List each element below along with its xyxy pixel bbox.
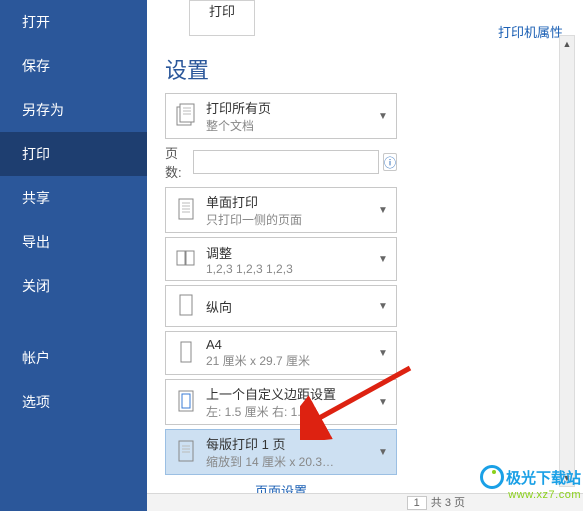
chevron-down-icon: ▼	[378, 348, 390, 359]
dropdown-pages-per-sheet[interactable]: 每版打印 1 页 缩放到 14 厘米 x 20.3… ▼	[165, 429, 397, 475]
paper-sub: 21 厘米 x 29.7 厘米	[206, 352, 378, 369]
scope-sub: 整个文档	[206, 117, 378, 134]
chevron-down-icon: ▼	[378, 397, 390, 408]
page-counter: 1 共 3 页	[407, 494, 465, 510]
pages-input[interactable]	[193, 150, 379, 174]
scroll-track[interactable]	[560, 52, 574, 470]
orient-title: 纵向	[206, 297, 378, 316]
settings-scrollbar[interactable]: ▲ ▼	[559, 35, 575, 487]
sidebar-item-open[interactable]: 打开	[0, 0, 147, 44]
perpage-sub: 缩放到 14 厘米 x 20.3…	[206, 453, 378, 470]
sidebar-item-account[interactable]: 帐户	[0, 336, 147, 380]
sidebar-item-print[interactable]: 打印	[0, 132, 147, 176]
collate-sub: 1,2,3 1,2,3 1,2,3	[206, 262, 378, 276]
scroll-up-button[interactable]: ▲	[560, 36, 574, 52]
chevron-down-icon: ▼	[378, 111, 390, 122]
print-settings-panel: 打印 打印机属性 设置 打印所有页 整个文档 ▼ 页数: ⓘ	[147, 0, 583, 511]
print-button-label: 打印	[209, 4, 235, 19]
sidebar-item-save[interactable]: 保存	[0, 44, 147, 88]
current-page: 1	[407, 496, 427, 510]
total-pages: 共 3 页	[431, 497, 465, 509]
margins-title: 上一个自定义边距设置	[206, 384, 378, 403]
chevron-down-icon: ▼	[378, 205, 390, 216]
dropdown-print-scope[interactable]: 打印所有页 整个文档 ▼	[165, 93, 397, 139]
info-icon[interactable]: ⓘ	[383, 153, 397, 171]
sidebar-item-close[interactable]: 关闭	[0, 264, 147, 308]
pages-label: 页数:	[165, 143, 193, 181]
printer-properties-link[interactable]: 打印机属性	[498, 22, 563, 41]
sided-title: 单面打印	[206, 192, 378, 211]
dropdown-collate[interactable]: 调整 1,2,3 1,2,3 1,2,3 ▼	[165, 237, 397, 281]
chevron-down-icon: ▼	[378, 254, 390, 265]
paper-icon	[172, 337, 200, 369]
sidebar-item-options[interactable]: 选项	[0, 380, 147, 424]
perpage-title: 每版打印 1 页	[206, 434, 378, 453]
one-page-icon	[172, 436, 200, 468]
portrait-icon	[172, 290, 200, 322]
chevron-down-icon: ▼	[378, 447, 390, 458]
collate-icon	[172, 243, 200, 275]
settings-heading: 设置	[165, 53, 397, 85]
print-button-thumb[interactable]: 打印	[189, 0, 255, 36]
margins-sub: 左: 1.5 厘米 右: 1.5…	[206, 403, 378, 420]
chevron-down-icon: ▼	[378, 301, 390, 312]
paper-title: A4	[206, 337, 378, 352]
pages-stack-icon	[172, 100, 200, 132]
backstage-sidebar: 打开 保存 另存为 打印 共享 导出 关闭 帐户 选项	[0, 0, 147, 511]
margins-icon	[172, 386, 200, 418]
sidebar-item-share[interactable]: 共享	[0, 176, 147, 220]
dropdown-sided[interactable]: 单面打印 只打印一侧的页面 ▼	[165, 187, 397, 233]
dropdown-paper-size[interactable]: A4 21 厘米 x 29.7 厘米 ▼	[165, 331, 397, 375]
sidebar-item-export[interactable]: 导出	[0, 220, 147, 264]
sidebar-item-saveas[interactable]: 另存为	[0, 88, 147, 132]
dropdown-orientation[interactable]: 纵向 ▼	[165, 285, 397, 327]
footer-bar	[147, 493, 583, 511]
scroll-down-button[interactable]: ▼	[560, 470, 574, 486]
dropdown-margins[interactable]: 上一个自定义边距设置 左: 1.5 厘米 右: 1.5… ▼	[165, 379, 397, 425]
scope-title: 打印所有页	[206, 98, 378, 117]
collate-title: 调整	[206, 243, 378, 262]
sided-sub: 只打印一侧的页面	[206, 211, 378, 228]
single-side-icon	[172, 194, 200, 226]
